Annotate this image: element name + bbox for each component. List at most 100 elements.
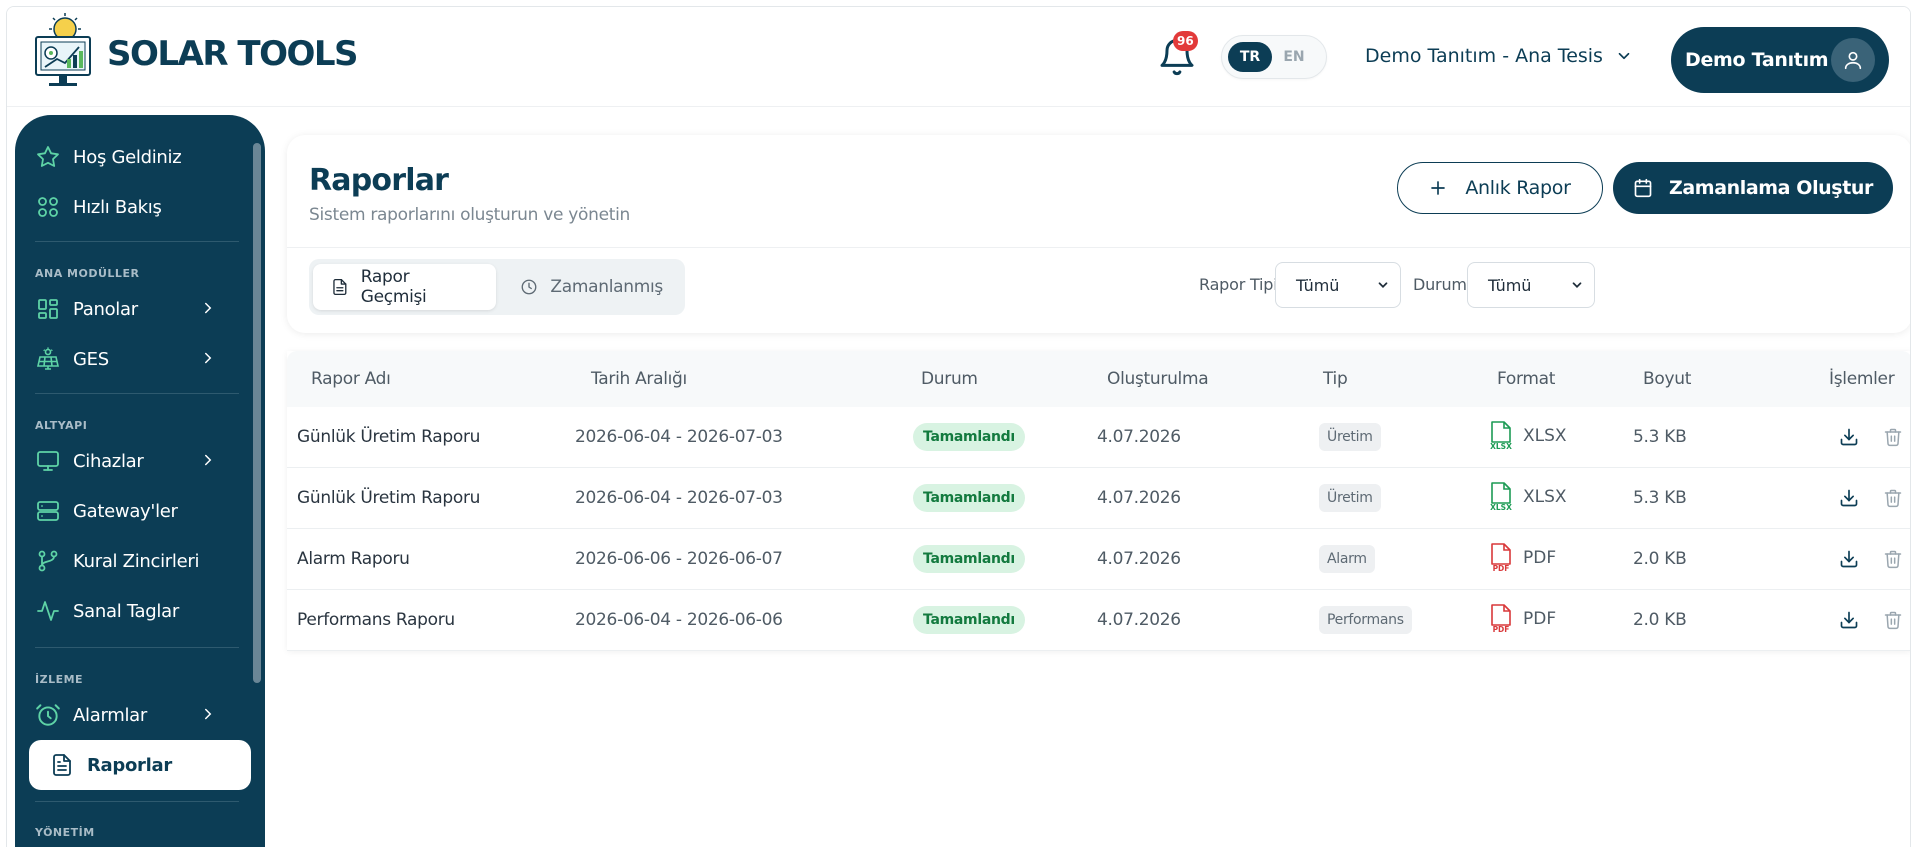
lang-option-tr[interactable]: TR (1228, 42, 1272, 72)
user-name: Demo Tanıtım (1685, 49, 1829, 71)
format-label: PDF (1523, 609, 1557, 629)
lang-option-en[interactable]: EN (1272, 42, 1316, 72)
type-badge: Üretim (1319, 484, 1381, 512)
status-badge: Tamamlandı (913, 606, 1025, 634)
chevron-right-icon (205, 302, 212, 314)
svg-text:XLSX: XLSX (1490, 503, 1512, 512)
sidebar-item-label: Panolar (73, 298, 138, 320)
sidebar: Hoş Geldiniz Hızlı Bakış ANA MODÜLLER Pa… (15, 115, 265, 847)
create-schedule-button[interactable]: Zamanlama Oluştur (1613, 162, 1893, 214)
report-format: XLSX XLSX (1489, 482, 1567, 512)
app-frame: SOLAR TOOLS 96 TR EN Demo Tanıtım - Ana … (6, 6, 1911, 847)
table-header: Rapor Adı Tarih Aralığı Durum Oluşturulm… (287, 351, 1910, 407)
sidebar-item-label: Gateway'ler (73, 500, 178, 522)
sidebar-item-alarms[interactable]: Alarmlar (15, 690, 247, 740)
sidebar-divider (35, 647, 239, 648)
instant-report-label: Anlık Rapor (1465, 177, 1571, 199)
column-header-name: Rapor Adı (311, 369, 391, 389)
download-icon (1840, 489, 1858, 507)
sidebar-item-welcome[interactable]: Hoş Geldiniz (15, 132, 247, 182)
format-label: XLSX (1523, 487, 1567, 507)
language-switcher: TR EN (1221, 35, 1327, 79)
sidebar-item-label: Sanal Taglar (73, 600, 179, 622)
instant-report-button[interactable]: Anlık Rapor (1397, 162, 1603, 214)
download-button[interactable] (1837, 425, 1861, 449)
report-date-range: 2026-06-06 - 2026-06-07 (575, 549, 783, 569)
report-size: 2.0 KB (1633, 610, 1687, 630)
table-row[interactable]: Günlük Üretim Raporu 2026-06-04 - 2026-0… (287, 468, 1910, 529)
column-header-date-range: Tarih Aralığı (591, 369, 687, 389)
sidebar-item-quick-view[interactable]: Hızlı Bakış (15, 182, 247, 232)
delete-button[interactable] (1881, 425, 1905, 449)
report-tabs: Rapor Geçmişi Zamanlanmış (309, 259, 685, 315)
dashboard-icon (38, 299, 58, 319)
chevron-right-icon (205, 708, 212, 720)
report-size: 2.0 KB (1633, 549, 1687, 569)
format-label: PDF (1523, 548, 1557, 568)
section-label-monitoring: İZLEME (35, 673, 84, 686)
status-select[interactable]: Tümü (1467, 262, 1595, 308)
type-badge: Performans (1319, 606, 1412, 634)
sidebar-item-reports[interactable]: Raporlar (29, 740, 251, 790)
trash-icon (1884, 611, 1902, 630)
user-menu-button[interactable]: Demo Tanıtım (1671, 27, 1889, 93)
grid-icon (38, 197, 58, 217)
sidebar-item-devices[interactable]: Cihazlar (15, 436, 247, 486)
sidebar-item-rule-chains[interactable]: Kural Zincirleri (15, 536, 247, 586)
xlsx-file-icon: XLSX (1490, 421, 1512, 451)
type-badge: Üretim (1319, 423, 1381, 451)
status-badge: Tamamlandı (913, 545, 1025, 573)
report-format: XLSX XLSX (1489, 421, 1567, 451)
sidebar-item-label: Hoş Geldiniz (73, 146, 182, 168)
download-icon (1840, 550, 1858, 568)
report-type-select[interactable]: Tümü (1275, 262, 1401, 308)
delete-button[interactable] (1881, 547, 1905, 571)
sidebar-item-virtual-tags[interactable]: Sanal Taglar (15, 586, 247, 636)
table-row[interactable]: Performans Raporu 2026-06-04 - 2026-06-0… (287, 590, 1910, 651)
section-label-infrastructure: ALTYAPI (35, 419, 88, 432)
sidebar-divider (35, 241, 239, 242)
app-title: SOLAR TOOLS (107, 34, 359, 74)
delete-button[interactable] (1881, 608, 1905, 632)
facility-selector[interactable]: Demo Tanıtım - Ana Tesis (1365, 45, 1633, 67)
chevron-right-icon (205, 352, 212, 364)
sidebar-item-gateways[interactable]: Gateway'ler (15, 486, 247, 536)
tab-report-history[interactable]: Rapor Geçmişi (313, 264, 497, 310)
chevron-down-icon (1572, 282, 1582, 288)
sidebar-item-dashboards[interactable]: Panolar (15, 284, 247, 334)
page-title: Raporlar (309, 163, 449, 198)
tab-scheduled[interactable]: Zamanlanmış (502, 264, 681, 310)
table-row[interactable]: Günlük Üretim Raporu 2026-06-04 - 2026-0… (287, 407, 1910, 468)
svg-text:PDF: PDF (1493, 564, 1510, 573)
report-created: 4.07.2026 (1097, 610, 1181, 630)
download-button[interactable] (1837, 547, 1861, 571)
git-branch-icon (38, 550, 58, 572)
format-label: XLSX (1523, 426, 1567, 446)
chevron-down-icon (1378, 282, 1388, 288)
report-name: Günlük Üretim Raporu (297, 488, 481, 508)
chevron-right-icon (205, 454, 212, 466)
report-name: Günlük Üretim Raporu (297, 427, 481, 447)
monitor-icon (37, 451, 59, 471)
section-label-management: YÖNETİM (35, 826, 95, 839)
download-button[interactable] (1837, 486, 1861, 510)
status-label: Durum: (1413, 275, 1472, 294)
sidebar-item-label: Kural Zincirleri (73, 550, 200, 572)
status-badge: Tamamlandı (913, 423, 1025, 451)
top-header: SOLAR TOOLS 96 TR EN Demo Tanıtım - Ana … (7, 7, 1910, 107)
notification-badge: 96 (1173, 31, 1198, 51)
delete-button[interactable] (1881, 486, 1905, 510)
table-row[interactable]: Alarm Raporu 2026-06-06 - 2026-06-07 Tam… (287, 529, 1910, 590)
report-size: 5.3 KB (1633, 427, 1687, 447)
svg-text:PDF: PDF (1493, 625, 1510, 634)
report-type-value: Tümü (1296, 275, 1340, 295)
sidebar-scrollbar[interactable] (253, 143, 261, 683)
download-button[interactable] (1837, 608, 1861, 632)
column-header-size: Boyut (1643, 369, 1692, 389)
activity-icon (37, 601, 59, 621)
logo[interactable]: SOLAR TOOLS (33, 13, 359, 91)
report-created: 4.07.2026 (1097, 549, 1181, 569)
column-header-type: Tip (1323, 369, 1348, 389)
sidebar-item-ges[interactable]: GES (15, 334, 247, 384)
report-date-range: 2026-06-04 - 2026-06-06 (575, 610, 783, 630)
